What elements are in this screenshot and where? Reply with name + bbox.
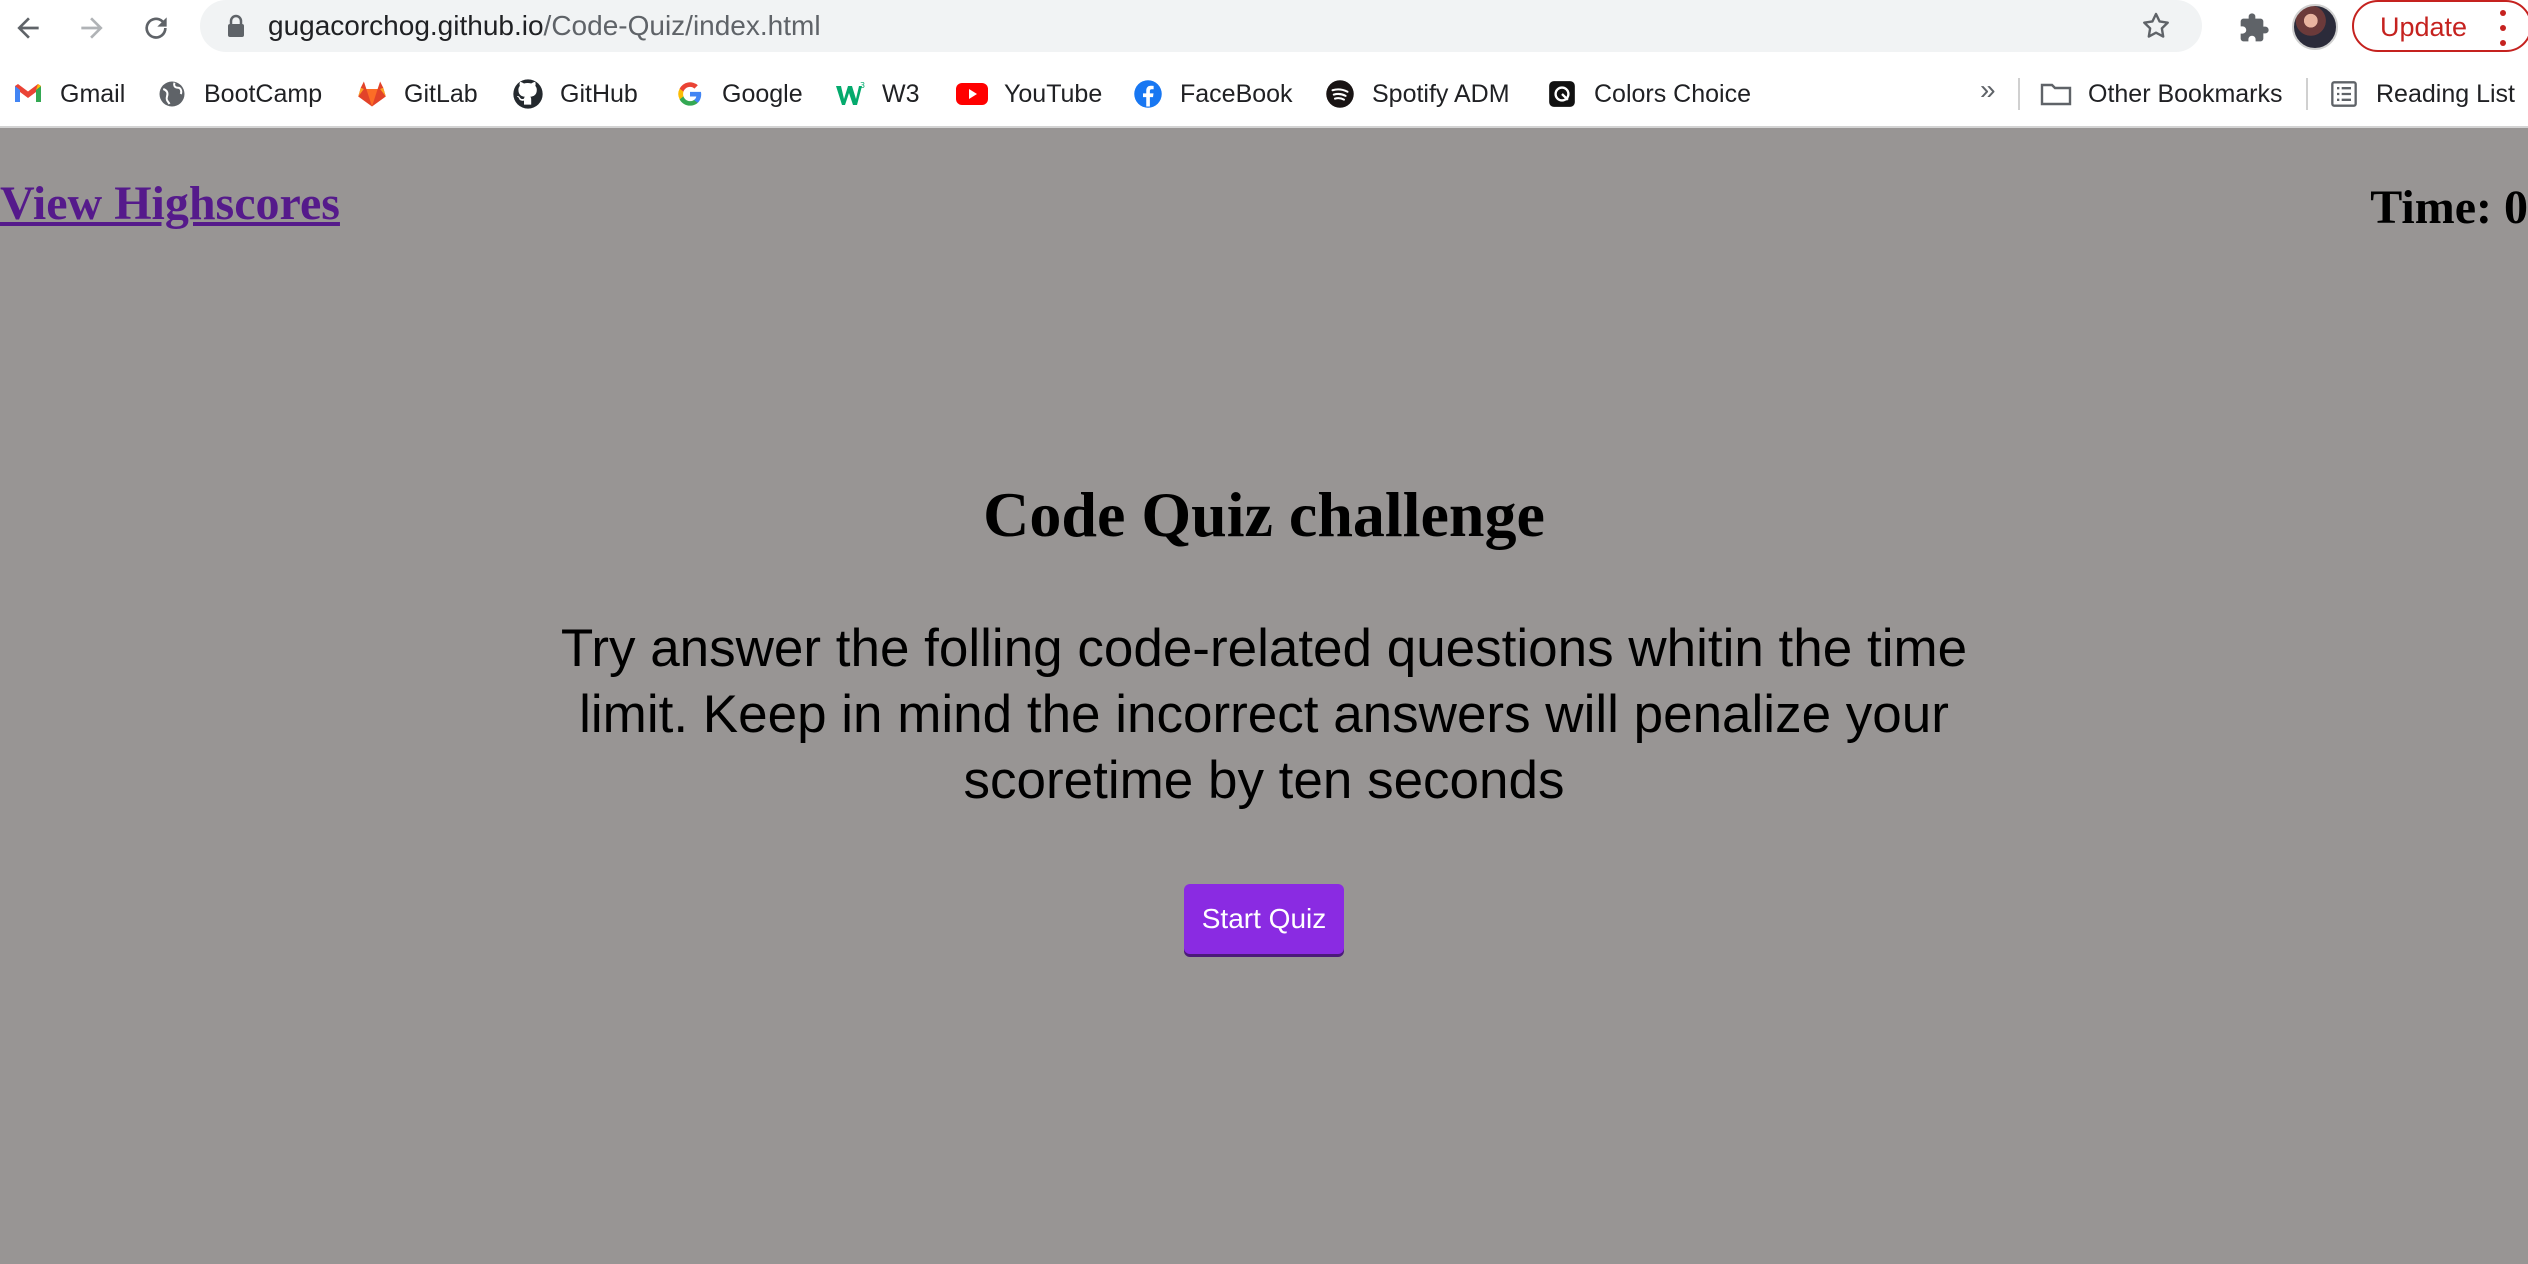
bookmark-w3[interactable]: 3 W3 [834,76,920,112]
update-button[interactable]: Update [2352,0,2528,52]
url-path: /Code-Quiz/index.html [543,10,821,41]
other-bookmarks-label: Other Bookmarks [2088,79,2283,108]
url-host: gugacorchog.github.io [268,10,544,41]
update-label: Update [2380,12,2468,42]
bookmark-star-icon[interactable] [2140,10,2172,42]
bookmark-label: GitLab [404,79,478,108]
start-quiz-button[interactable]: Start Quiz [1184,884,1344,954]
url-text: gugacorchog.github.io/Code-Quiz/index.ht… [268,10,821,42]
timer-label: Time: [2370,181,2492,234]
svg-text:3: 3 [860,81,865,90]
forward-arrow-icon [81,17,103,39]
reload-button[interactable] [134,6,178,50]
bookmarks-divider [2018,78,2020,110]
google-icon [674,78,706,110]
puzzle-icon [2240,13,2269,42]
bookmark-bootcamp[interactable]: BootCamp [156,76,322,112]
kebab-menu-icon[interactable] [2500,10,2508,46]
intro-text: Try answer the folling code-related ques… [560,619,1968,810]
other-bookmarks-folder[interactable]: Other Bookmarks [2040,76,2283,112]
w3-icon: 3 [834,78,866,110]
folder-icon [2040,78,2072,110]
bookmark-label: GitHub [560,79,638,108]
bookmark-spotify-adm[interactable]: Spotify ADM [1324,76,1510,112]
bookmarks-overflow-button[interactable]: » [1980,74,1996,106]
github-icon [512,78,544,110]
bookmark-label: Google [722,79,803,108]
address-bar[interactable]: gugacorchog.github.io/Code-Quiz/index.ht… [200,0,2202,52]
facebook-icon [1132,78,1164,110]
extensions-button[interactable] [2232,6,2276,50]
bookmark-github[interactable]: GitHub [512,76,638,112]
gmail-icon [12,78,44,110]
bookmark-colors-choice[interactable]: Colors Choice [1546,76,1751,112]
bookmark-label: Spotify ADM [1372,79,1510,108]
bookmark-label: YouTube [1004,79,1103,108]
reading-list-icon [2328,78,2360,110]
bookmark-facebook[interactable]: FaceBook [1132,76,1293,112]
timer-value: 0 [2504,181,2528,234]
timer: Time: 0 [2370,180,2528,235]
bookmark-label: Gmail [60,79,126,108]
gitlab-icon [356,78,388,110]
bookmark-label: W3 [882,79,920,108]
bookmark-label: BootCamp [204,79,323,108]
profile-avatar[interactable] [2292,4,2338,50]
forward-button[interactable] [70,6,114,50]
lock-icon [228,14,244,37]
bookmark-google[interactable]: Google [674,76,803,112]
spotify-icon [1324,78,1356,110]
page-title: Code Quiz challenge [983,479,1545,550]
reading-list-button[interactable]: Reading List [2328,76,2515,112]
bookmark-label: FaceBook [1180,79,1293,108]
bookmarks-divider [2306,78,2308,110]
bookmark-label: Colors Choice [1594,79,1752,108]
view-highscores-link[interactable]: View Highscores [0,176,340,231]
bookmark-gmail[interactable]: Gmail [12,76,125,112]
back-button[interactable] [6,6,50,50]
globe-icon [156,78,188,110]
bookmark-gitlab[interactable]: GitLab [356,76,478,112]
browser-chrome: gugacorchog.github.io/Code-Quiz/index.ht… [0,0,2528,128]
colors-choice-icon [1546,78,1578,110]
back-arrow-icon [17,17,39,39]
reload-icon [145,17,167,39]
reading-list-label: Reading List [2376,79,2515,108]
bookmark-youtube[interactable]: YouTube [956,76,1102,112]
youtube-icon [956,78,988,110]
